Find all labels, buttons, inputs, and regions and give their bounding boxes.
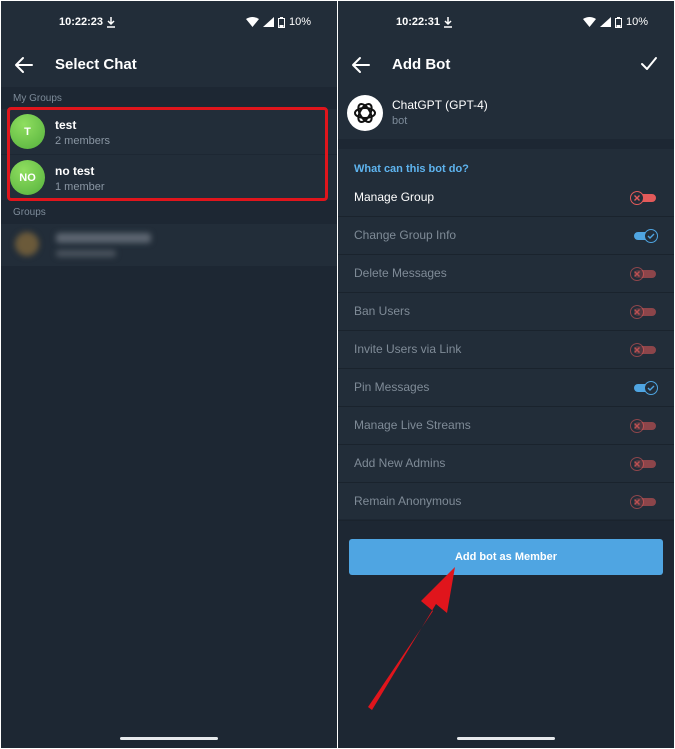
highlight-box	[7, 107, 328, 201]
permission-toggle[interactable]	[630, 305, 656, 319]
permissions-list: What can this bot do? Manage Group Change…	[338, 149, 674, 521]
check-icon	[647, 233, 655, 239]
signal-icon	[599, 17, 611, 27]
status-bar: 10:22:23 10%	[1, 1, 337, 43]
signal-icon	[262, 17, 274, 27]
permission-label: Manage Group	[354, 190, 435, 204]
permission-row[interactable]: Pin Messages	[338, 369, 674, 407]
select-chat-screen: 10:22:23 10% Select Chat My Groups T tes…	[1, 1, 337, 748]
gesture-bar[interactable]	[120, 737, 218, 740]
permission-row[interactable]: Invite Users via Link	[338, 331, 674, 369]
check-icon[interactable]	[640, 55, 658, 73]
battery-level: 10%	[288, 16, 311, 28]
status-time: 10:22:31	[396, 16, 441, 28]
close-icon	[634, 423, 640, 429]
permission-toggle[interactable]	[630, 495, 656, 509]
battery-icon	[614, 16, 622, 28]
app-bar: Add Bot	[338, 43, 674, 87]
close-icon	[634, 499, 640, 505]
status-icons: 10%	[245, 16, 311, 28]
gesture-bar[interactable]	[457, 737, 555, 740]
blurred-subtitle	[56, 250, 116, 257]
permission-label: Remain Anonymous	[354, 494, 462, 508]
close-icon	[634, 347, 640, 353]
blurred-name	[56, 233, 151, 243]
permission-toggle[interactable]	[630, 381, 658, 395]
status-time: 10:22:23	[59, 16, 104, 28]
my-groups-label: My Groups	[13, 93, 62, 104]
permission-toggle[interactable]	[630, 267, 656, 281]
avatar	[347, 95, 383, 131]
battery-icon	[277, 16, 285, 28]
permission-label: Manage Live Streams	[354, 418, 471, 432]
page-title: Select Chat	[55, 56, 137, 73]
bot-name: ChatGPT (GPT-4)	[392, 98, 488, 112]
permission-row[interactable]: Change Group Info	[338, 217, 674, 255]
permission-toggle[interactable]	[630, 457, 656, 471]
permission-toggle[interactable]	[630, 229, 658, 243]
permission-toggle[interactable]	[630, 419, 656, 433]
check-icon	[647, 385, 655, 391]
permissions-heading: What can this bot do?	[354, 163, 469, 175]
wifi-icon	[245, 17, 259, 27]
permission-row[interactable]: Ban Users	[338, 293, 674, 331]
blurred-chat-item[interactable]	[1, 224, 337, 266]
permission-row[interactable]: Remain Anonymous	[338, 483, 674, 521]
wifi-icon	[582, 17, 596, 27]
permission-row[interactable]: Manage Group	[338, 179, 674, 217]
permission-label: Ban Users	[354, 304, 411, 318]
battery-level: 10%	[625, 16, 648, 28]
close-icon	[634, 271, 640, 277]
permission-row[interactable]: Manage Live Streams	[338, 407, 674, 445]
bot-header: ChatGPT (GPT-4) bot	[338, 87, 674, 139]
bot-subtitle: bot	[392, 115, 408, 127]
permission-toggle[interactable]	[630, 191, 656, 205]
page-title: Add Bot	[392, 56, 451, 73]
download-icon	[107, 17, 115, 28]
status-icons: 10%	[582, 16, 648, 28]
permission-row[interactable]: Add New Admins	[338, 445, 674, 483]
permission-label: Add New Admins	[354, 456, 446, 470]
close-icon	[634, 195, 640, 201]
permission-label: Change Group Info	[354, 228, 457, 242]
app-bar: Select Chat	[1, 43, 337, 87]
status-bar: 10:22:31 10%	[338, 1, 674, 43]
permission-label: Pin Messages	[354, 380, 430, 394]
back-arrow-icon[interactable]	[13, 55, 35, 75]
openai-logo-icon	[354, 102, 376, 124]
close-icon	[634, 461, 640, 467]
add-bot-as-member-button[interactable]: Add bot as Member	[349, 539, 663, 575]
close-icon	[634, 309, 640, 315]
groups-label: Groups	[13, 207, 46, 218]
avatar	[15, 232, 39, 256]
permission-label: Delete Messages	[354, 266, 447, 280]
add-bot-screen: 10:22:31 10% Add Bot ChatGPT (GPT-4) bot	[338, 1, 674, 748]
permission-row[interactable]: Delete Messages	[338, 255, 674, 293]
permission-toggle[interactable]	[630, 343, 656, 357]
permission-label: Invite Users via Link	[354, 342, 462, 356]
back-arrow-icon[interactable]	[350, 55, 372, 75]
download-icon	[444, 17, 452, 28]
